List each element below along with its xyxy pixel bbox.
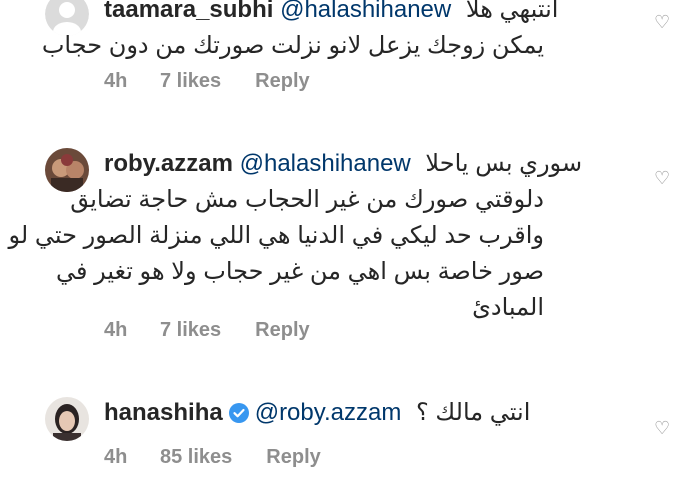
- comment-text-line: دلوقتي صورك من غير الحجاب مش حاجة تضايق: [70, 186, 544, 213]
- heart-outline-icon[interactable]: ♡: [654, 168, 674, 188]
- verified-badge-icon: [228, 403, 249, 423]
- comment-header: taamara_subhi @halashihanew انتبهي هلا: [104, 0, 644, 28]
- comment-meta: 4h 7 likes Reply: [104, 66, 310, 96]
- comment-item: taamara_subhi @halashihanew انتبهي هلا ي…: [0, 0, 674, 110]
- reply-button[interactable]: Reply: [255, 315, 309, 345]
- likes-count[interactable]: 7 likes: [160, 66, 221, 96]
- comment-item: hanashiha @roby.azzam انتي مالك ؟ 4h 85 l…: [0, 385, 674, 485]
- heart-outline-icon[interactable]: ♡: [654, 12, 674, 32]
- comment-mention[interactable]: @halashihanew: [280, 0, 451, 23]
- comment-time: 4h: [104, 319, 128, 341]
- reply-button[interactable]: Reply: [255, 66, 309, 96]
- comment-meta: 4h 7 likes Reply: [104, 315, 310, 345]
- comment-username[interactable]: hanashiha: [104, 399, 223, 426]
- likes-count[interactable]: 85 likes: [160, 442, 232, 472]
- comment-text-line: واقرب حد ليكي في الدنيا هي اللي منزلة ال…: [8, 222, 544, 249]
- comment-time: 4h: [104, 70, 128, 92]
- avatar[interactable]: [45, 397, 89, 441]
- comment-header: roby.azzam @halashihanew سوري بس ياحلا: [104, 146, 644, 182]
- heart-outline-icon[interactable]: ♡: [654, 418, 674, 438]
- comment-text-line: يمكن زوجك يزعل لانو نزلت صورتك من دون حج…: [41, 32, 544, 59]
- comment-text: سوري بس ياحلا: [425, 150, 583, 177]
- comment-time: 4h: [104, 446, 128, 468]
- comment-mention[interactable]: @halashihanew: [240, 150, 411, 177]
- comment-username[interactable]: taamara_subhi: [104, 0, 273, 23]
- likes-count[interactable]: 7 likes: [160, 315, 221, 345]
- comment-header: hanashiha @roby.azzam انتي مالك ؟: [104, 395, 644, 431]
- comment-text: انتبهي هلا: [465, 0, 559, 23]
- comment-username[interactable]: roby.azzam: [104, 150, 233, 177]
- reply-button[interactable]: Reply: [266, 442, 320, 472]
- comment-text-line: صور خاصة بس اهي من غير حجاب ولا هو تغير …: [56, 258, 544, 285]
- comment-meta: 4h 85 likes Reply: [104, 442, 321, 472]
- comment-item: roby.azzam @halashihanew سوري بس ياحلا د…: [0, 140, 674, 360]
- comment-mention[interactable]: @roby.azzam: [255, 399, 402, 426]
- comment-text: انتي مالك ؟: [416, 399, 531, 426]
